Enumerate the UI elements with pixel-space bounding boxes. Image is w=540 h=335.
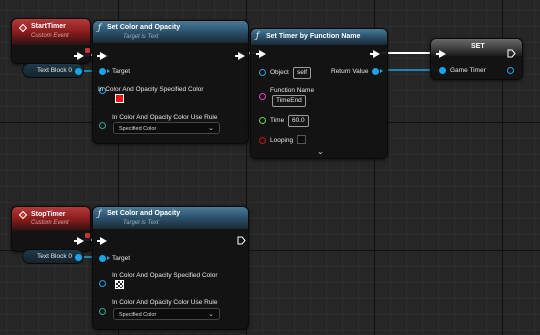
exec-out-pin[interactable]	[74, 237, 84, 245]
variable-out-pin[interactable]	[75, 68, 82, 75]
exec-out-pin[interactable]	[507, 49, 516, 58]
exec-in-pin[interactable]	[256, 50, 266, 58]
variable-label: Text Block 0	[37, 253, 73, 260]
set-variable-node[interactable]: SET Game Timer	[430, 38, 523, 80]
node-title: Set Color and Opacity	[107, 24, 181, 31]
function-icon: ƒ	[256, 31, 259, 40]
color-swatch[interactable]	[115, 280, 124, 289]
delegate-pin[interactable]	[85, 48, 90, 53]
function-icon: ƒ	[98, 23, 101, 32]
node-title: StopTimer	[31, 211, 66, 218]
target-pin[interactable]	[99, 255, 106, 262]
game-timer-out-pin[interactable]	[507, 67, 514, 74]
game-timer-in-pin[interactable]	[439, 67, 446, 74]
node-subtitle: Custom Event	[31, 220, 69, 226]
object-label: Object	[270, 69, 289, 76]
node-subtitle: Custom Event	[31, 33, 69, 39]
time-pin[interactable]	[259, 117, 266, 124]
pin-arrow-icon	[107, 69, 110, 73]
object-pin[interactable]	[259, 69, 266, 76]
rule-label: In Color And Opacity Color Use Rule	[112, 299, 218, 306]
rule-dropdown[interactable]: Specified Color ⌄	[113, 122, 220, 134]
delegate-pin[interactable]	[85, 233, 90, 238]
target-label: Target	[112, 68, 131, 75]
target-label: Target	[112, 255, 131, 262]
time-label: Time	[270, 117, 285, 124]
set-color-opacity-node[interactable]: ƒ Set Color and Opacity Target is Text T…	[92, 206, 249, 330]
target-pin[interactable]	[99, 68, 106, 75]
start-timer-event-node[interactable]: StartTimer Custom Event	[11, 18, 91, 64]
exec-in-pin[interactable]	[97, 52, 107, 60]
exec-out-pin[interactable]	[235, 52, 245, 60]
rule-dropdown[interactable]: Specified Color ⌄	[113, 308, 220, 320]
exec-in-pin[interactable]	[97, 237, 107, 245]
variable-label: Text Block 0	[37, 67, 73, 74]
chevron-down-icon: ⌄	[208, 125, 214, 132]
looping-label: Looping	[270, 137, 294, 144]
return-value-pin[interactable]	[372, 68, 379, 75]
text-block-variable-node[interactable]: Text Block 0	[22, 63, 84, 78]
text-block-variable-node[interactable]: Text Block 0	[22, 249, 84, 264]
function-icon: ƒ	[98, 209, 101, 218]
variable-out-pin[interactable]	[75, 254, 82, 261]
expand-chevron-icon[interactable]: ⌄	[317, 147, 324, 156]
exec-out-pin[interactable]	[237, 236, 246, 245]
chevron-down-icon: ⌄	[208, 311, 214, 318]
node-subtitle: Target is Text	[123, 220, 159, 226]
node-title: Set Timer by Function Name	[266, 33, 361, 40]
node-title: SET	[471, 43, 485, 50]
exec-out-pin[interactable]	[74, 52, 84, 60]
looping-pin[interactable]	[259, 137, 266, 144]
color-swatch[interactable]	[115, 94, 124, 103]
rule-pin[interactable]	[99, 122, 106, 129]
node-subtitle: Target is Text	[123, 34, 159, 40]
set-color-opacity-node[interactable]: ƒ Set Color and Opacity Target is Text T…	[92, 20, 249, 144]
rule-pin[interactable]	[99, 308, 106, 315]
rule-dropdown-value: Specified Color	[119, 126, 157, 132]
pin-arrow-icon	[107, 256, 110, 260]
game-timer-label: Game Timer	[450, 67, 486, 74]
rule-label: In Color And Opacity Color Use Rule	[112, 114, 218, 121]
function-name-label: Function Name	[270, 87, 315, 94]
object-value-box[interactable]: self	[293, 67, 312, 79]
color-label: In Color And Opacity Specified Color	[98, 86, 204, 93]
color-label: In Color And Opacity Specified Color	[112, 272, 218, 279]
function-name-value-box[interactable]: TimeEnd	[272, 95, 306, 107]
stop-timer-event-node[interactable]: StopTimer Custom Event	[11, 206, 91, 252]
set-timer-by-function-name-node[interactable]: ƒ Set Timer by Function Name Object self…	[250, 28, 388, 159]
exec-in-pin[interactable]	[436, 50, 446, 58]
function-name-pin[interactable]	[259, 93, 266, 100]
rule-dropdown-value: Specified Color	[119, 312, 157, 318]
looping-checkbox[interactable]	[297, 135, 306, 144]
node-title: StartTimer	[31, 23, 66, 30]
pin-arrow-icon	[380, 69, 383, 73]
color-pin[interactable]	[99, 280, 106, 287]
return-value-label: Return Value	[331, 68, 369, 75]
node-title: Set Color and Opacity	[107, 210, 181, 217]
time-value-box[interactable]: 60.0	[288, 115, 309, 127]
exec-out-pin[interactable]	[370, 50, 380, 58]
